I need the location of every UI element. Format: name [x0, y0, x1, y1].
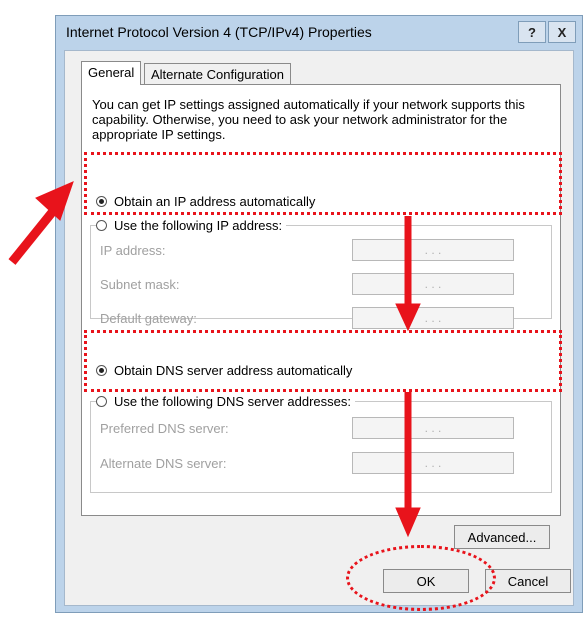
down-arrow-icon — [395, 392, 421, 538]
tab-general[interactable]: General — [81, 61, 142, 85]
annotation-arrows — [8, 181, 421, 538]
down-arrow-icon — [395, 216, 421, 332]
diagonal-arrow-icon — [8, 181, 74, 265]
